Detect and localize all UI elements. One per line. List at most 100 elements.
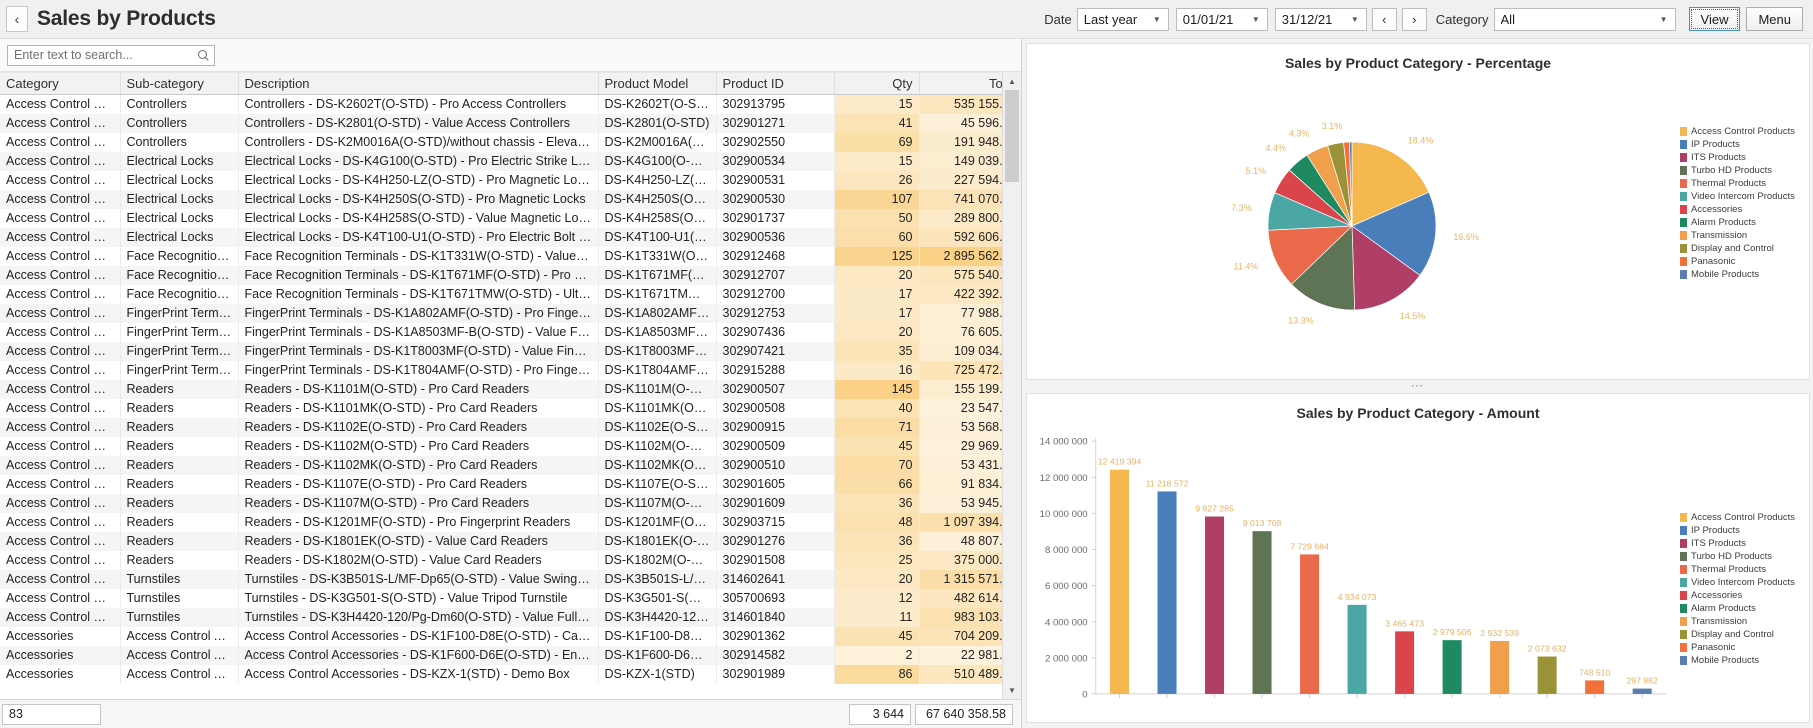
pie-chart-graphic[interactable]: 18.4% 16.6% 14.5% 13.3% 11.4% 7.3% 5.1% 4.4%4.3… [1187, 95, 1517, 357]
legend-item[interactable]: Accessories [1680, 589, 1809, 602]
table-row[interactable]: Access Control Pro... Readers Readers - DS… [0, 399, 1002, 418]
table-row[interactable]: Access Control Pro... Electrical Locks Ele… [0, 152, 1002, 171]
table-row[interactable]: Access Control Pro... FingerPrint Termina… [0, 323, 1002, 342]
category-select[interactable]: All ▼ [1493, 7, 1676, 31]
bar[interactable] [1300, 554, 1320, 694]
bar[interactable] [1632, 688, 1652, 694]
table-row[interactable]: Access Control Pro... Electrical Locks Ele… [0, 228, 1002, 247]
legend-item[interactable]: Video Intercom Products [1680, 190, 1809, 203]
table-row[interactable]: Access Control Pro... Readers Readers - DS… [0, 532, 1002, 551]
next-period-button[interactable]: › [1401, 7, 1427, 31]
panel-resize-handle[interactable]: ⋯ [1026, 379, 1810, 392]
date-range-select[interactable]: Last year ▼ [1076, 7, 1169, 31]
legend-item[interactable]: Thermal Products [1680, 563, 1809, 576]
table-row[interactable]: Access Control Pro... Face Recognition T.… [0, 247, 1002, 266]
date-to-select[interactable]: 31/12/21 ▼ [1274, 7, 1367, 31]
column-header-product-model[interactable]: Product Model [598, 72, 717, 95]
table-row[interactable]: Access Control Pro... Face Recognition T.… [0, 266, 1002, 285]
table-row[interactable]: Access Control Pro... FingerPrint Termina… [0, 304, 1002, 323]
table-row[interactable]: Access Control Pro... Controllers Controll… [0, 133, 1002, 152]
cell-description: FingerPrint Terminals - DS-K1T8003MF(O-S… [238, 342, 599, 361]
search-input[interactable] [14, 48, 197, 62]
table-row[interactable]: Access Control Pro... Electrical Locks Ele… [0, 171, 1002, 190]
table-row[interactable]: Access Control Pro... Turnstiles Turnstile… [0, 570, 1002, 589]
cell-subcategory: Readers [120, 456, 239, 475]
previous-period-button[interactable]: ‹ [1371, 7, 1397, 31]
cell-category: Accessories [0, 646, 121, 665]
legend-item[interactable]: Turbo HD Products [1680, 164, 1809, 177]
search-box[interactable] [7, 44, 215, 66]
table-row[interactable]: Access Control Pro... FingerPrint Termina… [0, 361, 1002, 380]
bar[interactable] [1490, 640, 1510, 694]
menu-button[interactable]: Menu [1746, 7, 1803, 31]
table-row[interactable]: Access Control Pro... Electrical Locks Ele… [0, 209, 1002, 228]
legend-item[interactable]: Mobile Products [1680, 654, 1809, 667]
table-row[interactable]: Access Control Pro... Readers Readers - DS… [0, 380, 1002, 399]
legend-item[interactable]: Thermal Products [1680, 177, 1809, 190]
bar[interactable] [1585, 680, 1605, 694]
scrollbar-track[interactable] [1003, 90, 1021, 681]
bar[interactable] [1252, 531, 1272, 694]
column-header-description[interactable]: Description [238, 72, 599, 95]
table-row[interactable]: Access Control Pro... FingerPrint Termina… [0, 342, 1002, 361]
bar[interactable] [1347, 604, 1367, 694]
legend-item[interactable]: Display and Control [1680, 242, 1809, 255]
column-header-qty[interactable]: Qty [834, 72, 920, 95]
date-from-select[interactable]: 01/01/21 ▼ [1175, 7, 1268, 31]
bar[interactable] [1109, 469, 1130, 694]
table-row[interactable]: Access Control Pro... Controllers Controll… [0, 94, 1002, 114]
table-row[interactable]: Accessories Access Control Acc... Access C… [0, 646, 1002, 665]
legend-item[interactable]: ITS Products [1680, 151, 1809, 164]
grid-vertical-scrollbar[interactable]: ▲ ▼ [1002, 72, 1021, 699]
search-icon[interactable] [197, 49, 210, 62]
table-row[interactable]: Access Control Pro... Controllers Controll… [0, 114, 1002, 133]
legend-item[interactable]: Transmission [1680, 615, 1809, 628]
table-row[interactable]: Access Control Pro... Readers Readers - DS… [0, 437, 1002, 456]
table-row[interactable]: Access Control Pro... Readers Readers - DS… [0, 513, 1002, 532]
legend-item[interactable]: Access Control Products [1680, 511, 1809, 524]
table-row[interactable]: Access Control Pro... Face Recognition T.… [0, 285, 1002, 304]
bar[interactable] [1205, 516, 1225, 694]
table-row[interactable]: Access Control Pro... Turnstiles Turnstile… [0, 608, 1002, 627]
legend-item[interactable]: IP Products [1680, 524, 1809, 537]
view-button[interactable]: View [1688, 7, 1741, 31]
legend-item[interactable]: Mobile Products [1680, 268, 1809, 281]
legend-item[interactable]: Alarm Products [1680, 216, 1809, 229]
column-header-subcategory[interactable]: Sub-category [120, 72, 239, 95]
column-header-product-id[interactable]: Product ID [716, 72, 835, 95]
table-row[interactable]: Access Control Pro... Electrical Locks Ele… [0, 190, 1002, 209]
legend-item[interactable]: Accessories [1680, 203, 1809, 216]
legend-item[interactable]: ITS Products [1680, 537, 1809, 550]
chevron-down-icon: ▼ [1251, 14, 1260, 24]
legend-item[interactable]: IP Products [1680, 138, 1809, 151]
bar[interactable] [1157, 491, 1177, 694]
table-row[interactable]: Accessories Access Control Acc... Access C… [0, 627, 1002, 646]
bar[interactable] [1537, 656, 1557, 694]
legend-item[interactable]: Panasonic [1680, 641, 1809, 654]
table-row[interactable]: Access Control Pro... Turnstiles Turnstile… [0, 589, 1002, 608]
scrollbar-thumb[interactable] [1005, 90, 1019, 182]
table-row[interactable]: Access Control Pro... Readers Readers - DS… [0, 551, 1002, 570]
legend-item[interactable]: Turbo HD Products [1680, 550, 1809, 563]
bar-chart-graphic[interactable]: 0 2 000 000 4 000 000 6 000 000 8 000 000 10 … [1027, 423, 1674, 723]
table-row[interactable]: Access Control Pro... Readers Readers - DS… [0, 475, 1002, 494]
cell-description: Controllers - DS-K2801(O-STD) - Value Ac… [238, 114, 599, 133]
bar[interactable] [1442, 640, 1462, 694]
back-button[interactable]: ‹ [6, 6, 28, 32]
scroll-up-button[interactable]: ▲ [1003, 72, 1021, 90]
legend-item[interactable]: Alarm Products [1680, 602, 1809, 615]
record-count-field[interactable]: 83 [2, 703, 101, 725]
bar[interactable] [1395, 631, 1415, 694]
legend-item[interactable]: Transmission [1680, 229, 1809, 242]
legend-item[interactable]: Access Control Products [1680, 125, 1809, 138]
table-row[interactable]: Access Control Pro... Readers Readers - DS… [0, 456, 1002, 475]
legend-item[interactable]: Video Intercom Products [1680, 576, 1809, 589]
table-row[interactable]: Access Control Pro... Readers Readers - DS… [0, 494, 1002, 513]
legend-item[interactable]: Display and Control [1680, 628, 1809, 641]
column-header-category[interactable]: Category [0, 72, 121, 95]
column-header-total[interactable]: Total [919, 72, 1002, 95]
scroll-down-button[interactable]: ▼ [1003, 681, 1021, 699]
legend-item[interactable]: Panasonic [1680, 255, 1809, 268]
table-row[interactable]: Access Control Pro... Readers Readers - DS… [0, 418, 1002, 437]
table-row[interactable]: Accessories Access Control Acc... Access C… [0, 665, 1002, 684]
